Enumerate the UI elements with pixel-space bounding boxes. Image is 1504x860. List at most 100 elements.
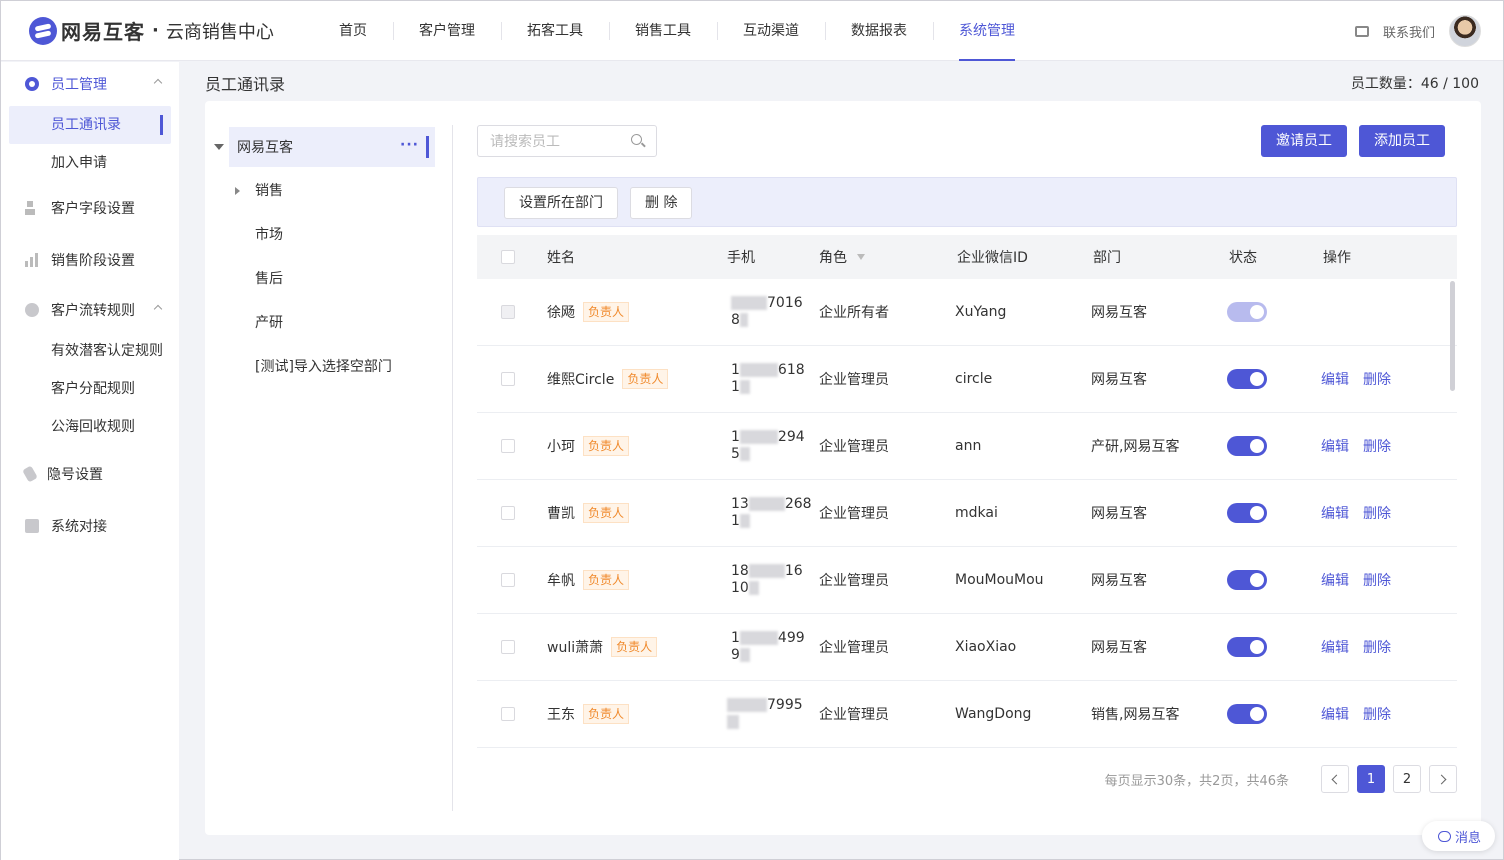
edit-link[interactable]: 编辑	[1321, 436, 1349, 456]
table-scrollbar[interactable]	[1450, 281, 1455, 391]
user-avatar[interactable]	[1449, 15, 1481, 47]
caret-down-icon[interactable]	[214, 144, 224, 150]
edit-link[interactable]: 编辑	[1321, 503, 1349, 523]
sidebar-group-employee-management[interactable]: 员工管理	[1, 62, 179, 106]
table-row[interactable]: 维熙Circle 负责人 1 618 1 企业管理员 circle 网易互客 编辑…	[477, 346, 1457, 413]
status-toggle[interactable]	[1227, 369, 1267, 389]
status-toggle[interactable]	[1227, 704, 1267, 724]
plug-icon	[25, 519, 39, 533]
nav-system-management[interactable]: 系统管理	[933, 1, 1041, 61]
sidebar-group-customer-flow-rules[interactable]: 客户流转规则	[1, 288, 179, 332]
sidebar-item-valid-prospect-rules[interactable]: 有效潜客认定规则	[1, 332, 179, 370]
delete-link[interactable]: 删除	[1363, 436, 1391, 456]
select-all-checkbox[interactable]	[501, 250, 515, 264]
employee-name: wuli萧萧	[547, 640, 604, 656]
table-row[interactable]: wuli萧萧 负责人 1 499 9 企业管理员 XiaoXiao 网易互客 编辑…	[477, 614, 1457, 681]
sidebar-group-label: 客户字段设置	[51, 201, 135, 217]
nav-sales-tools[interactable]: 销售工具	[609, 1, 717, 61]
row-checkbox[interactable]	[501, 640, 515, 654]
employee-wechat-id: WangDong	[955, 706, 1032, 722]
more-icon[interactable]: ···	[400, 137, 419, 153]
delete-link[interactable]: 删除	[1363, 369, 1391, 389]
nav-interaction-channels[interactable]: 互动渠道	[717, 1, 825, 61]
delete-link[interactable]: 删除	[1363, 637, 1391, 657]
brand-name: 网易互客	[61, 20, 145, 44]
brand-logo[interactable]: 网易互客 · 云商销售中心	[29, 16, 291, 45]
nav-customer-management[interactable]: 客户管理	[393, 1, 501, 61]
col-role[interactable]: 角色	[819, 235, 865, 279]
col-actions: 操作	[1323, 250, 1351, 266]
page-button-2[interactable]: 2	[1393, 765, 1421, 793]
tree-node-test-empty[interactable]: [测试]导入选择空部门	[255, 355, 392, 379]
employee-search-input[interactable]	[477, 125, 657, 157]
sidebar-item-customer-assignment-rules[interactable]: 客户分配规则	[1, 370, 179, 408]
sidebar-item-public-pool-rules[interactable]: 公海回收规则	[1, 408, 179, 446]
next-page-button[interactable]	[1429, 765, 1457, 793]
edit-link[interactable]: 编辑	[1321, 369, 1349, 389]
status-toggle[interactable]	[1227, 503, 1267, 523]
edit-link[interactable]: 编辑	[1321, 704, 1349, 724]
row-checkbox[interactable]	[501, 506, 515, 520]
page-button-1[interactable]: 1	[1357, 765, 1385, 793]
employee-wechat-id: XuYang	[955, 304, 1007, 320]
table-row[interactable]: 徐飏 负责人 7016 8 企业所有者 XuYang 网易互客	[477, 279, 1457, 346]
message-button[interactable]: 消息	[1421, 821, 1495, 851]
table-row[interactable]: 牟帆 负责人 18 16 10 企业管理员 MouMouMou 网易互客 编辑 删…	[477, 547, 1457, 614]
filter-icon[interactable]	[857, 254, 865, 260]
row-checkbox[interactable]	[501, 439, 515, 453]
delete-link[interactable]: 删除	[1363, 704, 1391, 724]
status-toggle[interactable]	[1227, 637, 1267, 657]
sidebar-item-join-requests[interactable]: 加入申请	[1, 144, 179, 182]
person-icon	[25, 201, 39, 215]
delete-link[interactable]: 删除	[1363, 570, 1391, 590]
tree-node-sales[interactable]: 销售	[235, 179, 283, 203]
phone-line: 7016	[767, 295, 803, 311]
tree-node-rnd[interactable]: 产研	[255, 311, 283, 335]
bulk-delete-button[interactable]: 删 除	[630, 187, 693, 219]
employee-name: 牟帆	[547, 573, 575, 589]
table-row[interactable]: 小珂 负责人 1 294 5 企业管理员 ann 产研,网易互客 编辑 删除	[477, 413, 1457, 480]
sidebar-group-hidden-number[interactable]: 隐号设置	[1, 452, 179, 496]
contact-us-link[interactable]: 联系我们	[1383, 22, 1435, 41]
main-panel: 网易互客 ··· 销售 市场 售后 产研 [测试]导入选择空部门 邀请员工 添加…	[205, 101, 1481, 835]
row-checkbox[interactable]	[501, 573, 515, 587]
nav-prospecting-tools[interactable]: 拓客工具	[501, 1, 609, 61]
invite-employee-button[interactable]: 邀请员工	[1261, 125, 1347, 157]
set-department-button[interactable]: 设置所在部门	[504, 187, 618, 219]
nav-home[interactable]: 首页	[313, 1, 393, 61]
brand-separator: ·	[152, 20, 159, 41]
row-checkbox[interactable]	[501, 707, 515, 721]
nav-data-reports[interactable]: 数据报表	[825, 1, 933, 61]
table-header: 姓名 手机 角色 企业微信ID 部门 状态 操作	[477, 235, 1457, 279]
employee-count: 员工数量：46 / 100	[1350, 76, 1479, 92]
phone-line: 1	[731, 630, 740, 646]
phone-line-end: 268	[784, 496, 812, 512]
prev-page-button[interactable]	[1321, 765, 1349, 793]
status-toggle[interactable]	[1227, 436, 1267, 456]
employee-wechat-id: MouMouMou	[955, 572, 1044, 588]
edit-link[interactable]: 编辑	[1321, 570, 1349, 590]
chat-icon[interactable]	[1354, 25, 1369, 37]
row-checkbox[interactable]	[501, 372, 515, 386]
tree-root-node[interactable]: 网易互客 ···	[214, 127, 435, 167]
table-row[interactable]: 曹凯 负责人 13 268 1 企业管理员 mdkai 网易互客 编辑 删除	[477, 480, 1457, 547]
tree-node-after-sales[interactable]: 售后	[255, 267, 283, 291]
sidebar-item-employee-directory[interactable]: 员工通讯录	[9, 106, 171, 144]
employee-department: 网易互客	[1091, 305, 1147, 321]
tree-node-marketing[interactable]: 市场	[255, 223, 283, 247]
pagination-info: 每页显示30条，共2页，共46条	[1104, 773, 1289, 789]
edit-link[interactable]: 编辑	[1321, 637, 1349, 657]
phone-line: 1	[731, 362, 740, 378]
status-toggle[interactable]	[1227, 570, 1267, 590]
table-row[interactable]: 王东 负责人 7995 企业管理员 WangDong 销售,网易互客 编辑 删除	[477, 681, 1457, 748]
sidebar-group-customer-fields[interactable]: 客户字段设置	[1, 186, 179, 230]
search-icon[interactable]	[631, 134, 642, 145]
sidebar-group-sales-stages[interactable]: 销售阶段设置	[1, 238, 179, 282]
owner-tag: 负责人	[622, 369, 669, 389]
sidebar-group-system-integration[interactable]: 系统对接	[1, 504, 179, 548]
add-employee-button[interactable]: 添加员工	[1359, 125, 1445, 157]
delete-link[interactable]: 删除	[1363, 503, 1391, 523]
caret-right-icon[interactable]	[235, 187, 240, 195]
phone-icon	[22, 465, 38, 483]
employee-wechat-id: circle	[955, 371, 993, 387]
